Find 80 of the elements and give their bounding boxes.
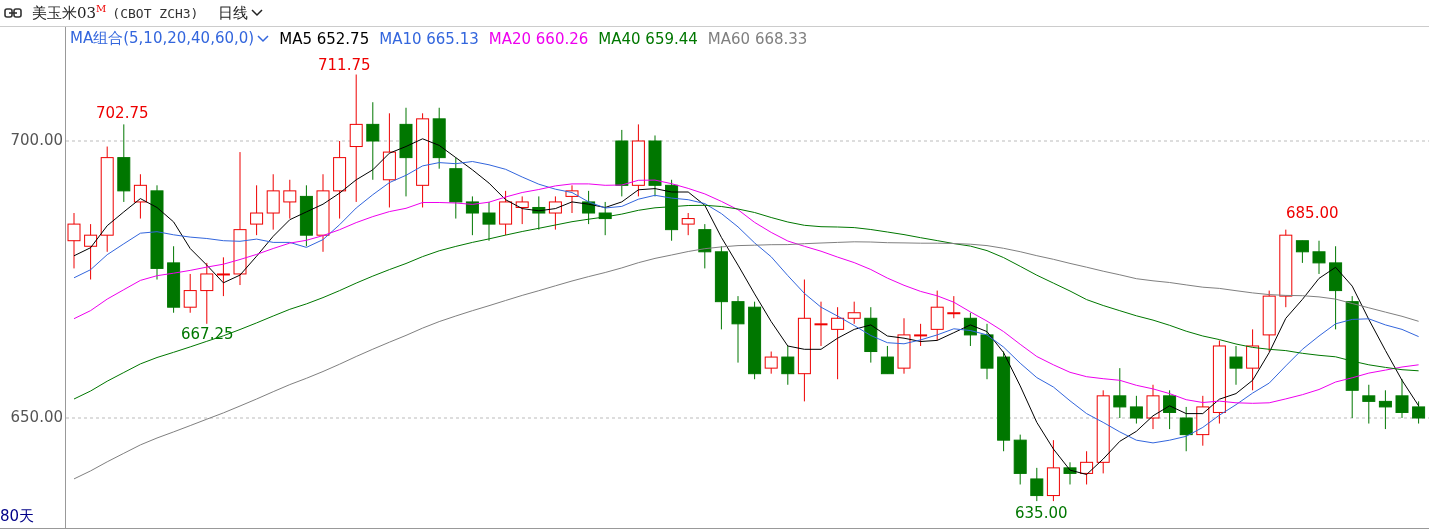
candlestick: [897, 317, 911, 375]
range-label: 80天: [0, 507, 35, 526]
caret-icon: [251, 9, 264, 17]
price-annotation: 685.00: [1286, 204, 1339, 222]
candlestick: [482, 201, 496, 242]
candlestick: [1229, 345, 1243, 386]
candlestick: [864, 306, 878, 364]
candlestick: [1080, 450, 1094, 485]
candlestick: [1179, 406, 1193, 452]
candlestick: [731, 295, 745, 364]
candlestick: [980, 323, 994, 380]
candlestick: [648, 134, 662, 197]
legend-value: MA20 660.26: [488, 29, 589, 48]
candlestick: [930, 290, 944, 341]
price-annotation: 667.25: [181, 325, 234, 343]
candlestick: [1113, 367, 1127, 419]
candlestick: [914, 323, 928, 347]
candlestick: [499, 190, 513, 236]
instrument-code: (CBOT ZCH3): [112, 5, 199, 21]
candlestick: [1378, 389, 1392, 430]
candlestick: [1013, 434, 1027, 485]
candlestick: [67, 212, 81, 269]
candlestick: [681, 212, 695, 236]
candlestick: [781, 345, 795, 386]
caret-icon: [257, 34, 270, 43]
candlestick: [1030, 467, 1044, 502]
candlestick: [449, 157, 463, 220]
axis-label: 700.00: [10, 131, 63, 149]
candlestick: [515, 195, 529, 225]
candlestick: [1362, 384, 1376, 425]
candlestick: [1312, 240, 1326, 275]
legend-value: MA40 659.44: [598, 29, 698, 48]
candlestick: [598, 201, 612, 236]
candlestick: [698, 223, 712, 269]
candlestick: [814, 301, 828, 347]
candlestick: [665, 179, 679, 242]
candlestick: [565, 184, 579, 214]
candlestick: [84, 223, 98, 280]
candlestick: [465, 195, 479, 236]
candlestick: [880, 345, 894, 375]
candlestick: [216, 256, 230, 297]
candlestick: [1246, 328, 1260, 391]
candlestick: [1046, 439, 1060, 502]
candlestick: [1412, 400, 1426, 425]
candlestick: [266, 173, 280, 231]
candlestick: [1063, 461, 1077, 485]
candlestick: [133, 173, 147, 220]
price-annotation: 711.75: [318, 56, 371, 74]
candlestick: [167, 245, 181, 314]
indicator-dropdown[interactable]: MA组合(5,10,20,40,60,0): [70, 29, 270, 48]
candlestick: [963, 312, 977, 347]
candlestick: [1295, 240, 1309, 264]
candlestick: [283, 179, 297, 220]
candlestick: [764, 351, 778, 375]
instrument-title: 美玉米03$^{M}$: [32, 3, 107, 23]
candlestick: [1262, 290, 1276, 352]
candlestick: [847, 301, 861, 325]
candlestick: [250, 184, 264, 236]
price-annotation: 635.00: [1015, 504, 1068, 522]
candlestick: [299, 184, 313, 247]
price-annotation: 702.75: [96, 104, 149, 122]
candlestick: [615, 129, 629, 197]
legend-value: MA60 668.33: [707, 29, 808, 48]
candlestick: [1196, 395, 1210, 447]
axis-label: 650.00: [10, 408, 63, 426]
candlestick: [1163, 389, 1177, 430]
link-icon[interactable]: [4, 8, 22, 18]
candlestick: [1146, 384, 1160, 430]
candlestick: [532, 195, 546, 231]
period-dropdown[interactable]: 日线: [218, 3, 264, 23]
legend-value: MA10 665.13: [379, 29, 479, 48]
candlestick: [183, 273, 197, 314]
candlestick: [1129, 395, 1143, 425]
candlestick: [582, 190, 596, 225]
candlestick: [548, 195, 562, 231]
candlestick: [947, 295, 961, 319]
candlestick: [432, 107, 446, 170]
legend-value: MA5 652.75: [279, 29, 370, 48]
candlestick: [200, 262, 214, 325]
candlestick: [1395, 378, 1409, 419]
